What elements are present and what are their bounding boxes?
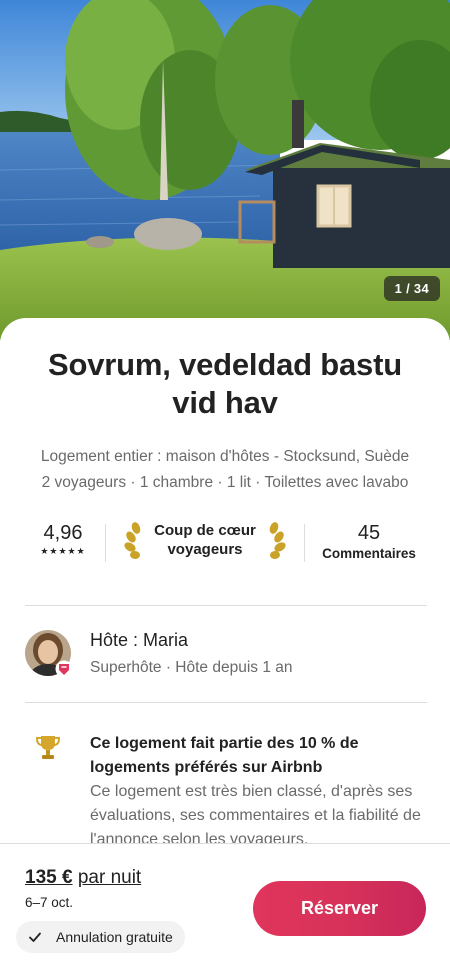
photo-counter: 1 / 34	[383, 276, 440, 301]
rating-stat: 4,96 ★★★★★	[25, 522, 101, 557]
rating-value: 4,96	[43, 522, 83, 544]
price-per-night[interactable]: 135 € par nuit	[25, 867, 141, 889]
section-divider	[25, 702, 427, 703]
stat-divider	[304, 524, 305, 562]
reserve-button[interactable]: Réserver	[253, 881, 426, 936]
stay-dates: 6–7 oct.	[25, 895, 74, 910]
cabin-lake-photo	[0, 0, 450, 340]
price-amount: 135 €	[25, 867, 73, 888]
stat-divider	[105, 524, 106, 562]
star-rating-icon: ★★★★★	[40, 546, 86, 556]
section-divider	[25, 605, 427, 606]
listing-type-location: Logement entier : maison d'hôtes - Stock…	[40, 448, 410, 465]
guest-favorite-badge: Coup de cœur voyageurs	[120, 518, 290, 566]
free-cancellation-label: Annulation gratuite	[56, 929, 173, 945]
highlight-description: Ce logement est très bien classé, d'aprè…	[90, 783, 421, 848]
price-unit: par nuit	[77, 867, 142, 888]
reviews-stat[interactable]: 45 Commentaires	[313, 522, 425, 561]
reviews-count: 45	[357, 522, 381, 544]
host-subtitle: Superhôte · Hôte depuis 1 an	[90, 659, 293, 676]
listing-photo[interactable]: 1 / 34	[0, 0, 450, 340]
laurel-right-icon	[269, 522, 286, 560]
host-name: Hôte : Maria	[90, 630, 189, 650]
free-cancellation-badge: Annulation gratuite	[16, 921, 185, 953]
laurel-left-icon	[124, 522, 141, 560]
superhost-badge-icon	[55, 660, 73, 678]
trophy-icon	[35, 736, 61, 759]
booking-footer: 135 € par nuit 6–7 oct. Annulation gratu…	[0, 843, 450, 971]
highlight-title: Ce logement fait partie des 10 % de loge…	[90, 735, 359, 776]
listing-title: Sovrum, vedeldad bastu vid hav	[48, 347, 402, 420]
stats-bar[interactable]: 4,96 ★★★★★ Coup de cœur voyageurs 45 Com…	[25, 514, 425, 574]
check-icon	[29, 932, 41, 942]
listing-capacity: 2 voyageurs · 1 chambre · 1 lit · Toilet…	[41, 474, 409, 491]
reviews-label: Commentaires	[322, 546, 416, 561]
host-section[interactable]: Hôte : Maria Superhôte · Hôte depuis 1 a…	[25, 628, 425, 688]
guest-favorite-label: Coup de cœur voyageurs	[154, 522, 256, 558]
